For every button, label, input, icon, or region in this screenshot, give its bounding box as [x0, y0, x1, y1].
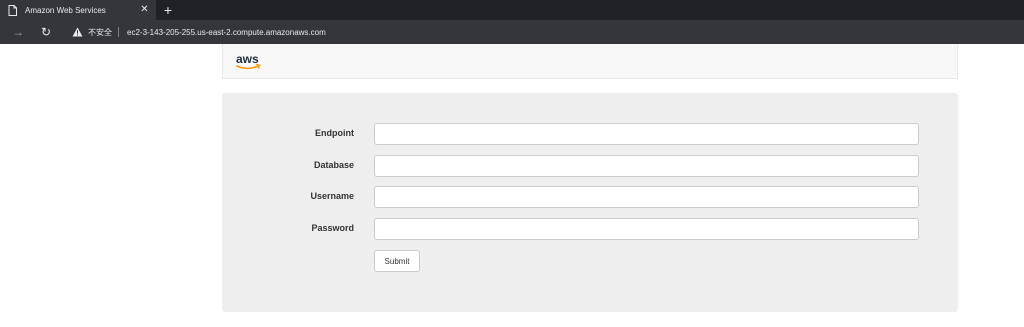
warning-icon[interactable]: [72, 27, 83, 37]
username-row: Username: [222, 186, 958, 208]
browser-tab-strip: Amazon Web Services ✕ +: [0, 0, 1024, 20]
page-content: aws Endpoint Database Username Password …: [0, 44, 1024, 327]
aws-header-bar: aws: [222, 44, 958, 79]
username-input[interactable]: [374, 186, 919, 208]
database-label: Database: [313, 160, 354, 170]
url-text[interactable]: ec2-3-143-205-255.us-east-2.compute.amaz…: [127, 28, 326, 37]
document-icon: [8, 4, 17, 16]
new-tab-button[interactable]: +: [160, 2, 176, 18]
aws-logo-text: aws: [236, 52, 259, 66]
aws-logo[interactable]: aws: [235, 52, 263, 72]
username-label: Username: [310, 191, 354, 201]
security-status-label[interactable]: 不安全: [88, 27, 112, 38]
browser-toolbar: → ↻ 不安全 ec2-3-143-205-255.us-east-2.comp…: [0, 20, 1024, 44]
password-input[interactable]: [374, 218, 919, 240]
database-row: Database: [222, 155, 958, 177]
endpoint-input[interactable]: [374, 123, 919, 145]
address-divider: [118, 27, 119, 37]
login-form-panel: Endpoint Database Username Password Subm…: [222, 93, 958, 312]
password-row: Password: [222, 218, 958, 240]
password-label: Password: [311, 223, 354, 233]
forward-arrow-icon[interactable]: →: [10, 24, 26, 40]
endpoint-row: Endpoint: [222, 123, 958, 145]
database-input[interactable]: [374, 155, 919, 177]
submit-button[interactable]: Submit: [374, 250, 420, 272]
endpoint-label: Endpoint: [315, 128, 354, 138]
browser-tab[interactable]: Amazon Web Services ✕: [0, 0, 156, 20]
tab-title: Amazon Web Services: [25, 5, 106, 15]
address-bar[interactable]: 不安全 ec2-3-143-205-255.us-east-2.compute.…: [66, 24, 1016, 40]
tab-close-icon[interactable]: ✕: [139, 4, 150, 15]
reload-icon[interactable]: ↻: [38, 24, 54, 40]
